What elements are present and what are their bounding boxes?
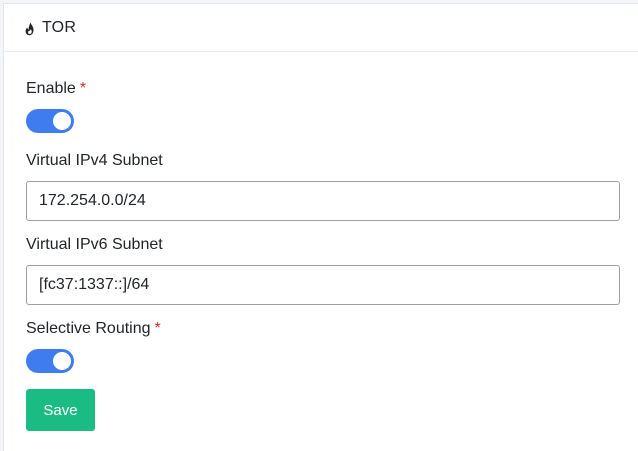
ipv6-subnet-label: Virtual IPv6 Subnet: [26, 236, 163, 253]
ipv6-subnet-input[interactable]: [26, 265, 620, 305]
enable-toggle[interactable]: [26, 109, 74, 133]
save-button[interactable]: Save: [26, 389, 95, 431]
ipv4-subnet-label: Virtual IPv4 Subnet: [26, 152, 163, 169]
enable-label: Enable *: [26, 80, 87, 97]
selective-routing-label: Selective Routing *: [26, 320, 161, 337]
ipv4-subnet-input[interactable]: [26, 181, 620, 221]
toggle-knob: [53, 352, 71, 370]
required-mark: *: [79, 80, 87, 97]
toggle-knob: [53, 112, 71, 130]
card-header: TOR: [4, 4, 638, 52]
card-title: TOR: [42, 18, 77, 36]
tor-card: TOR Enable* Virtual IPv4 Subnet Virtual …: [3, 3, 638, 451]
required-mark: *: [154, 320, 161, 337]
selective-routing-toggle[interactable]: [26, 349, 74, 373]
flame-icon: [24, 22, 36, 36]
